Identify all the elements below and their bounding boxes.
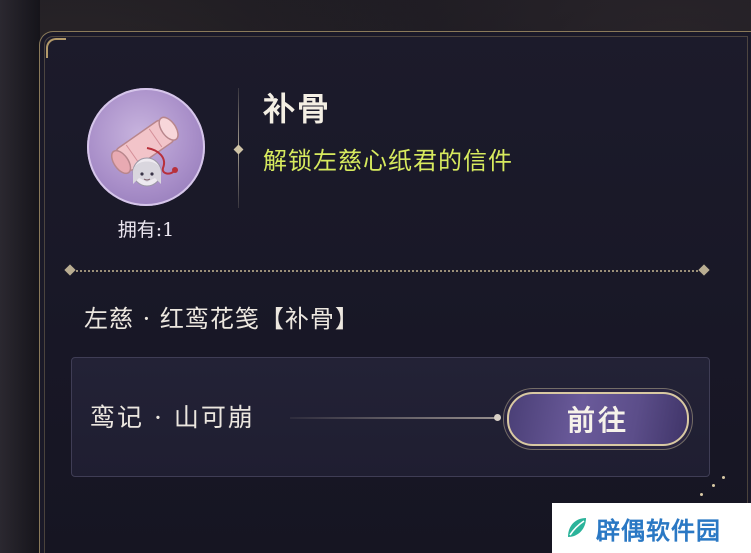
divider-diamond-right <box>698 264 710 276</box>
owned-count: 拥有:1 <box>117 219 175 241</box>
section-divider <box>64 264 710 276</box>
background-left <box>0 0 40 553</box>
sparkle-decoration <box>722 476 725 479</box>
sparkle-decoration <box>700 493 703 496</box>
item-avatar <box>87 88 205 206</box>
connector-dot <box>494 414 501 421</box>
leaf-logo-icon <box>568 518 586 537</box>
item-description: 解锁左慈心纸君的信件 <box>263 147 513 175</box>
watermark-badge: 辟偶软件园 <box>552 503 751 553</box>
source-item-name: 左慈 · 红鸾花笺【补骨】 <box>84 305 360 333</box>
divider-diamond-left <box>64 264 76 276</box>
divider-dotted-line <box>76 270 698 272</box>
item-title: 补骨 <box>263 90 332 128</box>
scroll-letter-icon <box>110 116 179 187</box>
source-entry-label: 鸾记 · 山可崩 <box>90 403 255 432</box>
frame-corner-ornament <box>46 38 66 58</box>
game-screen: 拥有:1 补骨 解锁左慈心纸君的信件 左慈 · 红鸾花笺【补骨】 鸾记 · 山可… <box>0 0 751 553</box>
sparkle-decoration <box>712 484 715 487</box>
connector-line <box>290 417 500 419</box>
go-button[interactable]: 前往 <box>507 392 689 446</box>
watermark-text: 辟偶软件园 <box>596 516 721 545</box>
